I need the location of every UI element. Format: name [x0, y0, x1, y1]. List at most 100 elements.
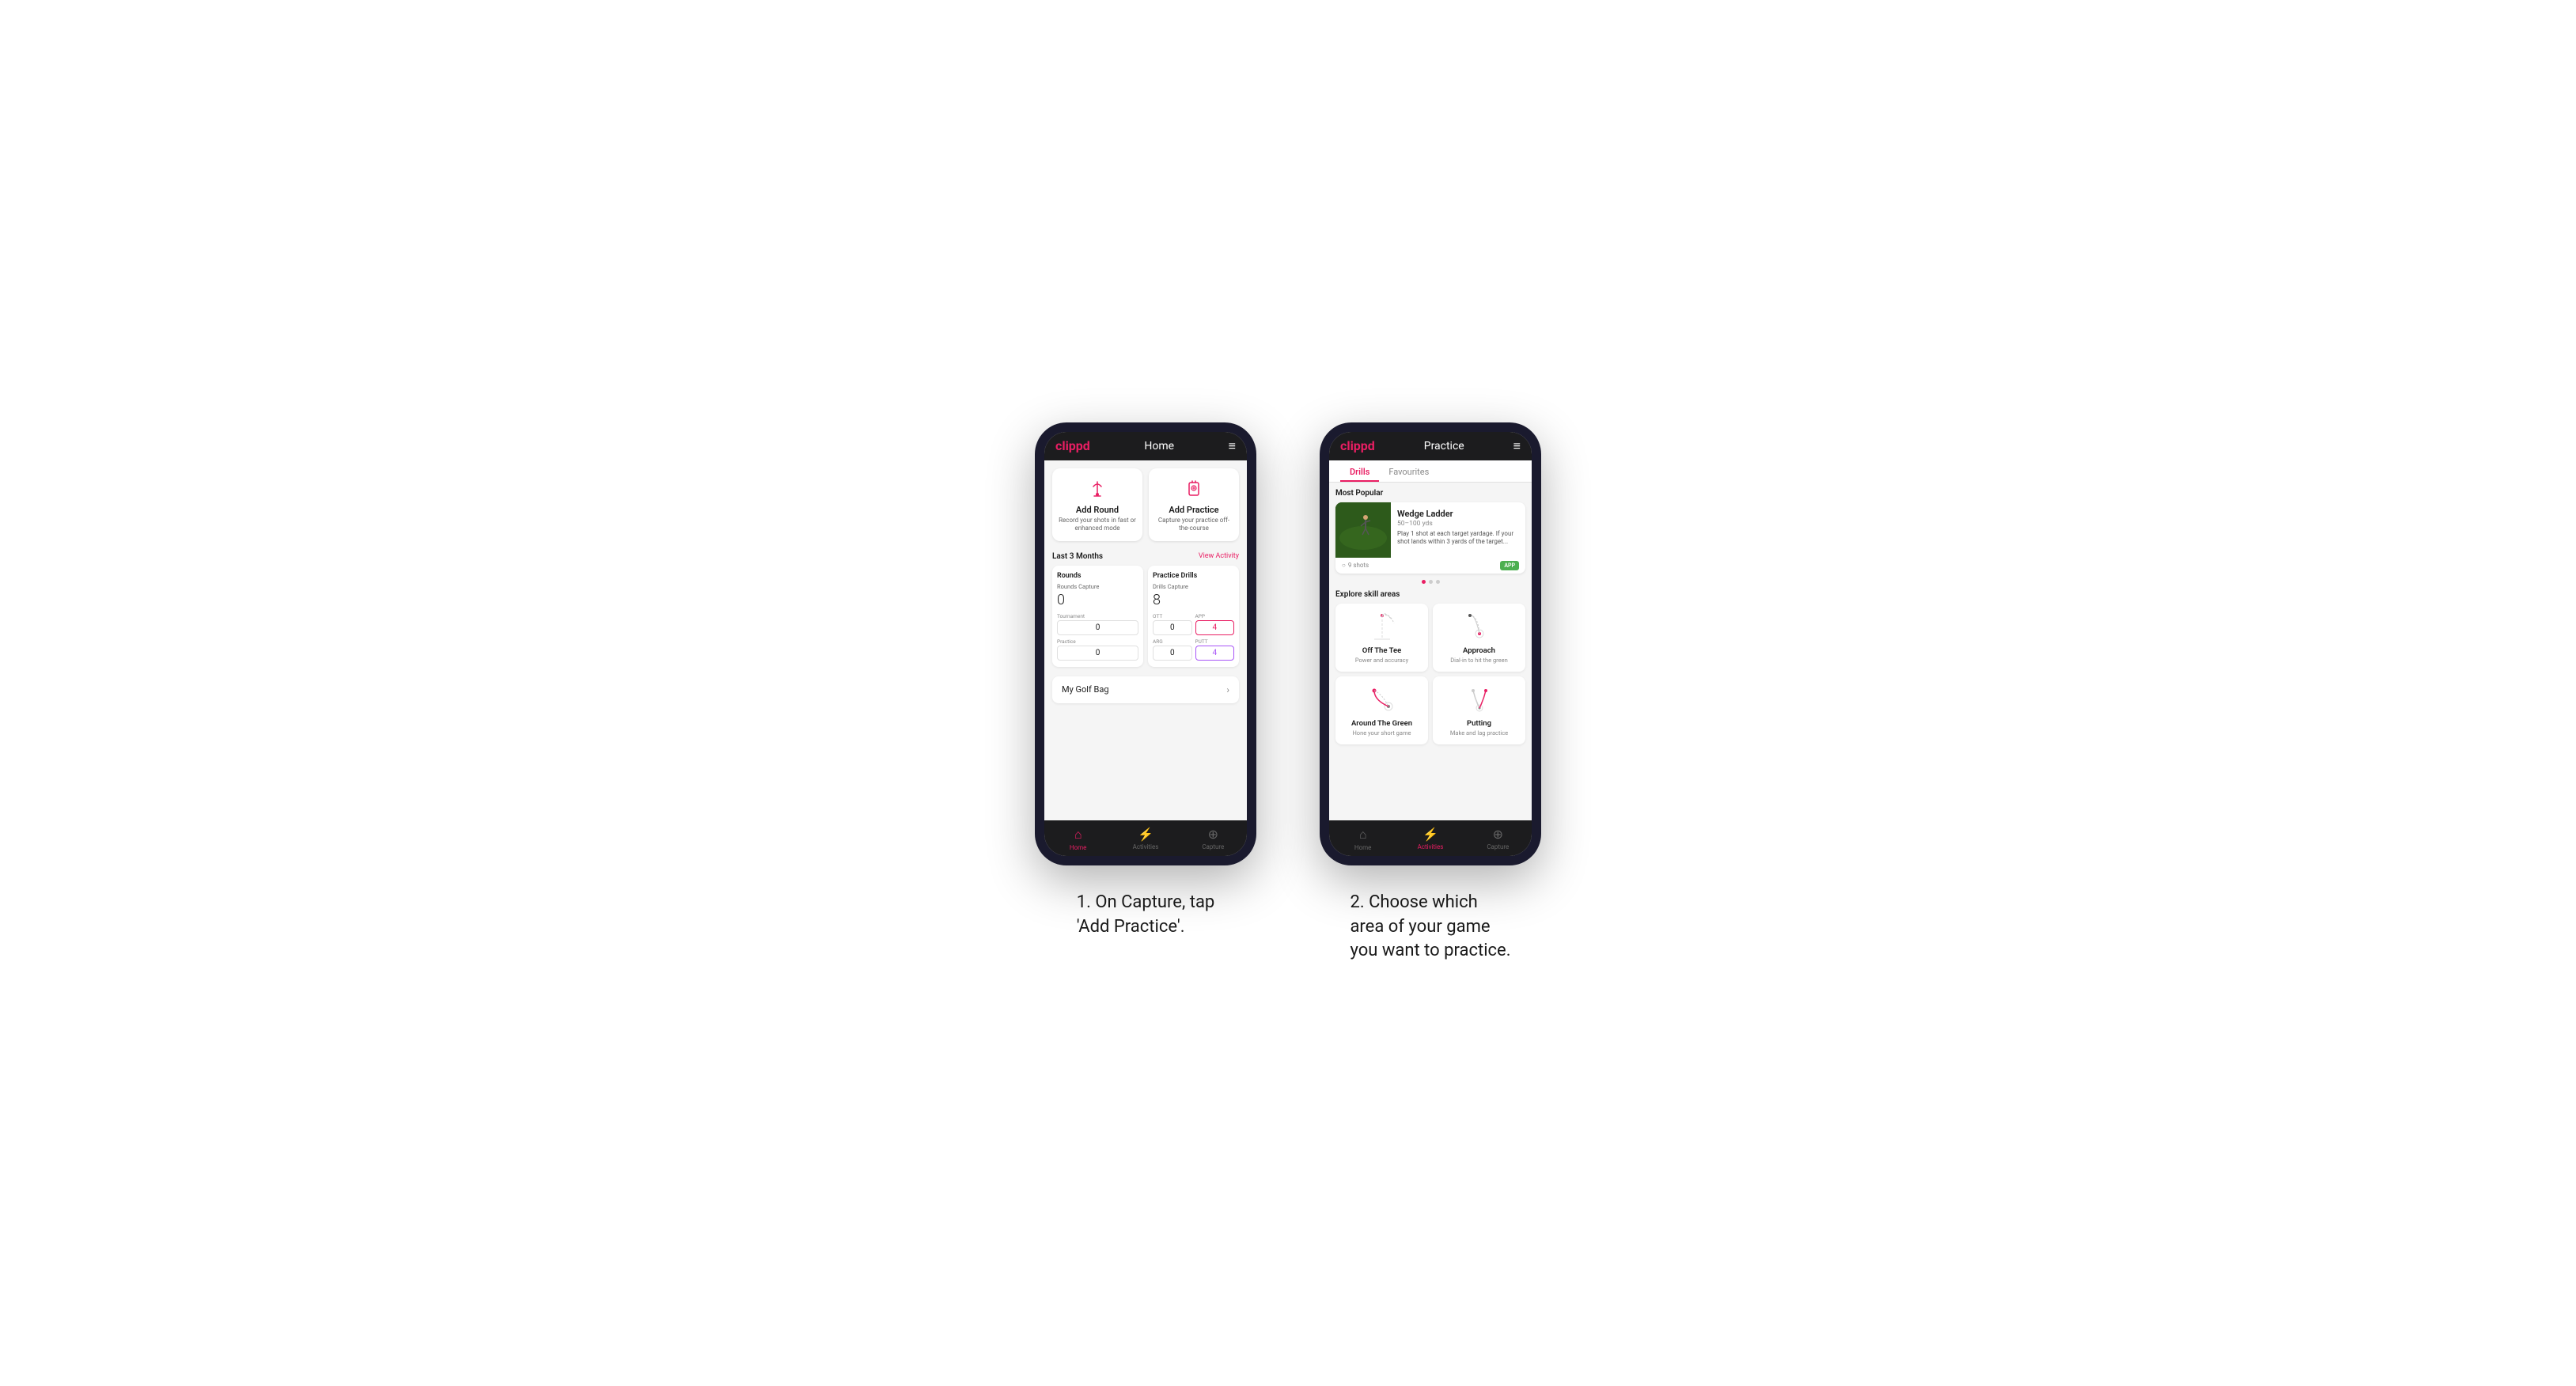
view-activity-link[interactable]: View Activity	[1199, 552, 1239, 560]
phone-frame-1: clippd Home ≡	[1035, 422, 1256, 865]
practice-label: Practice	[1057, 638, 1138, 645]
rounds-capture-label: Rounds Capture	[1057, 583, 1138, 590]
page-container: clippd Home ≡	[813, 422, 1763, 964]
dot-3	[1436, 580, 1440, 584]
bottom-nav-1: ⌂ Home ⚡ Activities ⊕ Capture	[1044, 820, 1247, 856]
putt-item: PUTT 4	[1195, 638, 1235, 661]
skill-areas-title: Explore skill areas	[1335, 590, 1525, 599]
featured-drill-desc: Play 1 shot at each target yardage. If y…	[1397, 530, 1519, 547]
capture-icon-2: ⊕	[1493, 827, 1503, 842]
putting-icon	[1464, 684, 1495, 716]
skill-desc-approach: Dial-in to hit the green	[1450, 657, 1508, 664]
golf-bag-label: My Golf Bag	[1062, 684, 1109, 695]
nav-activities-label-1: Activities	[1133, 843, 1159, 850]
practice-drills-box: Practice Drills Drills Capture 8 OTT 0 A…	[1148, 566, 1239, 667]
golf-bag-row[interactable]: My Golf Bag ›	[1052, 676, 1239, 703]
drills-sub-row-1: OTT 0 APP 4	[1153, 613, 1234, 635]
nav-home-label-2: Home	[1354, 844, 1372, 851]
drills-sub-row-2: ARG 0 PUTT 4	[1153, 638, 1234, 661]
skill-card-approach[interactable]: Approach Dial-in to hit the green	[1433, 604, 1525, 672]
practice-value: 0	[1057, 646, 1138, 661]
tournament-value: 0	[1057, 620, 1138, 635]
app-header-2: clippd Practice ≡	[1329, 432, 1532, 460]
menu-icon-2[interactable]: ≡	[1513, 438, 1521, 454]
add-round-desc: Record your shots in fast or enhanced mo…	[1059, 517, 1136, 533]
skill-card-off-the-tee[interactable]: Off The Tee Power and accuracy	[1335, 604, 1428, 672]
add-practice-card[interactable]: Add Practice Capture your practice off-t…	[1149, 468, 1239, 541]
featured-drill-image	[1335, 502, 1391, 558]
add-practice-title: Add Practice	[1169, 505, 1218, 515]
skill-title-putting: Putting	[1467, 719, 1491, 728]
tournament-label: Tournament	[1057, 613, 1138, 619]
tab-favourites[interactable]: Favourites	[1379, 460, 1438, 482]
menu-icon-1[interactable]: ≡	[1229, 438, 1236, 454]
activities-icon-2: ⚡	[1422, 827, 1438, 842]
add-round-icon	[1085, 476, 1110, 502]
dot-indicators	[1335, 580, 1525, 584]
phone-section-2: clippd Practice ≡ Drills Favourites Most…	[1320, 422, 1541, 964]
dot-2	[1429, 580, 1433, 584]
header-title-1: Home	[1144, 440, 1174, 453]
putt-label: PUTT	[1195, 638, 1235, 645]
nav-home-label-1: Home	[1070, 844, 1087, 851]
featured-drill-title: Wedge Ladder	[1397, 509, 1519, 519]
skill-title-ott: Off The Tee	[1362, 646, 1401, 655]
skill-grid: Off The Tee Power and accuracy	[1335, 604, 1525, 744]
ott-value: 0	[1153, 620, 1192, 635]
caption-2-text: 2. Choose whicharea of your gameyou want…	[1350, 892, 1510, 961]
nav-activities-1[interactable]: ⚡ Activities	[1112, 827, 1179, 851]
skill-card-around-green[interactable]: Around The Green Hone your short game	[1335, 676, 1428, 744]
capture-icon: ⊕	[1208, 827, 1218, 842]
nav-capture-2[interactable]: ⊕ Capture	[1464, 827, 1532, 851]
app-label: APP	[1195, 613, 1235, 619]
drills-capture-label: Drills Capture	[1153, 583, 1234, 590]
activities-icon: ⚡	[1138, 827, 1154, 842]
action-cards: Add Round Record your shots in fast or e…	[1044, 460, 1247, 547]
stats-header: Last 3 Months View Activity	[1044, 547, 1247, 566]
tournament-item: Tournament 0	[1057, 613, 1138, 635]
rounds-box: Rounds Rounds Capture 0 Tournament 0 Pra…	[1052, 566, 1143, 667]
arg-value: 0	[1153, 646, 1192, 661]
nav-home-1[interactable]: ⌂ Home	[1044, 827, 1112, 851]
phone-section-1: clippd Home ≡	[1035, 422, 1256, 940]
stats-grid: Rounds Rounds Capture 0 Tournament 0 Pra…	[1044, 566, 1247, 673]
nav-capture-label-1: Capture	[1202, 843, 1224, 850]
stats-period: Last 3 Months	[1052, 552, 1103, 561]
caption-1-text: 1. On Capture, tap'Add Practice'.	[1077, 892, 1215, 937]
add-practice-icon	[1181, 476, 1207, 502]
app-logo-1: clippd	[1055, 438, 1090, 453]
around-green-icon	[1366, 684, 1398, 716]
skill-desc-ott: Power and accuracy	[1355, 657, 1408, 664]
nav-capture-1[interactable]: ⊕ Capture	[1180, 827, 1247, 851]
app-logo-2: clippd	[1340, 438, 1375, 453]
practice-sub-row: Practice 0	[1057, 638, 1138, 661]
app-value: 4	[1195, 620, 1235, 635]
arg-label: ARG	[1153, 638, 1192, 645]
shots-count: ○ 9 shots	[1342, 562, 1369, 569]
tab-drills[interactable]: Drills	[1340, 460, 1379, 482]
approach-icon	[1464, 612, 1495, 643]
featured-drill-card[interactable]: Wedge Ladder 50–100 yds Play 1 shot at e…	[1335, 502, 1525, 574]
off-the-tee-icon	[1366, 612, 1398, 643]
featured-card-inner: Wedge Ladder 50–100 yds Play 1 shot at e…	[1335, 502, 1525, 558]
add-round-card[interactable]: Add Round Record your shots in fast or e…	[1052, 468, 1142, 541]
app-badge: APP	[1500, 561, 1519, 570]
add-practice-desc: Capture your practice off-the-course	[1155, 517, 1233, 533]
most-popular-title: Most Popular	[1335, 489, 1525, 498]
header-title-2: Practice	[1424, 440, 1464, 453]
practice-item: Practice 0	[1057, 638, 1138, 661]
app-item: APP 4	[1195, 613, 1235, 635]
skill-desc-atg: Hone your short game	[1352, 729, 1411, 737]
phone-screen-1: clippd Home ≡	[1044, 432, 1247, 856]
putt-value: 4	[1195, 646, 1235, 661]
skill-card-putting[interactable]: Putting Make and lag practice	[1433, 676, 1525, 744]
skill-title-approach: Approach	[1463, 646, 1495, 655]
nav-home-2[interactable]: ⌂ Home	[1329, 827, 1396, 851]
home-icon: ⌂	[1074, 827, 1082, 843]
practice-tabs: Drills Favourites	[1329, 460, 1532, 483]
shots-count-text: 9 shots	[1348, 562, 1369, 569]
chevron-right-icon: ›	[1226, 684, 1229, 695]
featured-footer: ○ 9 shots APP	[1335, 558, 1525, 574]
nav-activities-2[interactable]: ⚡ Activities	[1396, 827, 1464, 851]
bottom-nav-2: ⌂ Home ⚡ Activities ⊕ Capture	[1329, 820, 1532, 856]
